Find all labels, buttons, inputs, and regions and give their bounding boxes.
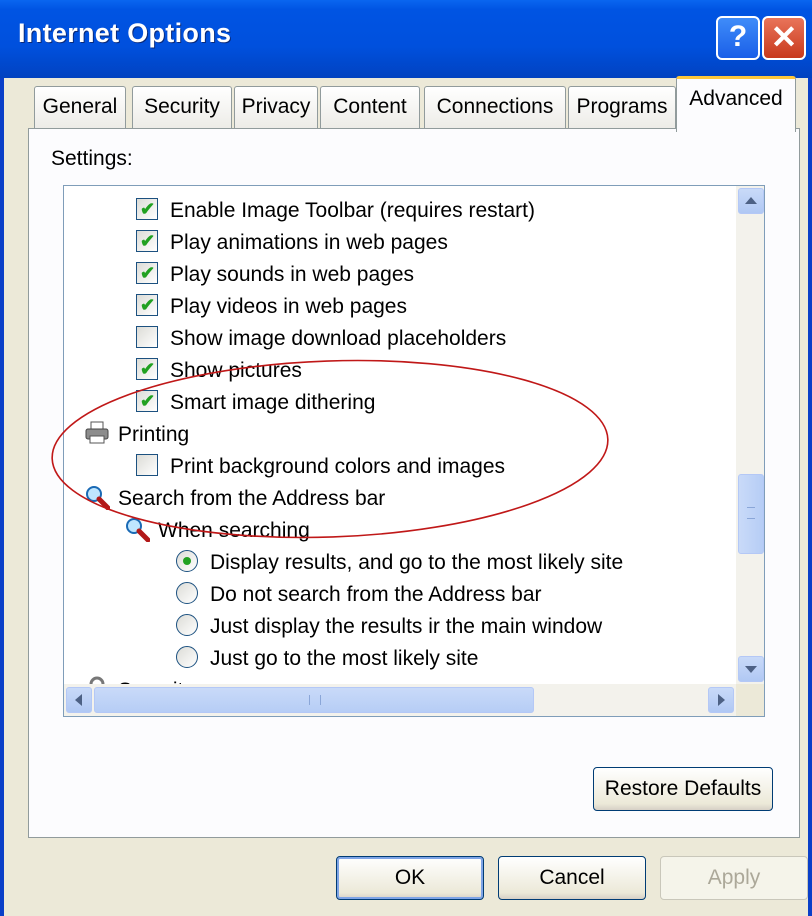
scroll-down-button[interactable] <box>738 656 764 682</box>
scroll-up-button[interactable] <box>738 188 764 214</box>
setting-checkbox[interactable]: ✔ <box>136 262 158 284</box>
printer-icon <box>84 420 110 446</box>
setting-radio[interactable] <box>176 550 198 572</box>
tab-programs[interactable]: Programs <box>568 86 676 130</box>
setting-label: Play animations in web pages <box>170 231 448 254</box>
setting-label: Show image download placeholders <box>170 327 507 350</box>
setting-radio[interactable] <box>176 614 198 636</box>
setting-checkbox[interactable]: ✔ <box>136 294 158 316</box>
setting-label: Printing <box>118 423 190 446</box>
checkmark-icon: ✔ <box>140 231 156 251</box>
checkmark-icon: ✔ <box>140 359 156 379</box>
ok-button[interactable]: OK <box>336 856 484 900</box>
checkmark-icon: ✔ <box>140 295 156 315</box>
settings-label: Settings: <box>51 147 133 170</box>
setting-label: Display results, and go to the most like… <box>210 551 624 574</box>
magnifier-icon <box>124 516 151 543</box>
help-button[interactable]: ? <box>716 16 760 60</box>
cancel-button[interactable]: Cancel <box>498 856 646 900</box>
horizontal-scroll-thumb[interactable] <box>94 687 534 713</box>
setting-radio[interactable] <box>176 582 198 604</box>
internet-options-window: Internet Options ? ✕ General Security Pr… <box>0 0 812 916</box>
setting-checkbox[interactable]: ✔ <box>136 390 158 412</box>
setting-checkbox[interactable]: ✔ <box>136 358 158 380</box>
setting-label: Enable Image Toolbar (requires restart) <box>170 199 535 222</box>
tab-connections[interactable]: Connections <box>424 86 566 130</box>
scroll-right-button[interactable] <box>708 687 734 713</box>
setting-label: Print background colors and images <box>170 455 506 478</box>
setting-label: Play sounds in web pages <box>170 263 414 286</box>
setting-label: Just go to the most likely site <box>210 647 479 670</box>
setting-checkbox[interactable] <box>136 326 158 348</box>
checkmark-icon: ✔ <box>140 263 156 283</box>
setting-label: Search from the Address bar <box>118 487 386 510</box>
setting-label: Show pictures <box>170 359 302 382</box>
setting-checkbox[interactable]: ✔ <box>136 230 158 252</box>
vertical-scrollbar[interactable] <box>736 186 764 684</box>
grip-icon <box>747 507 755 519</box>
apply-button[interactable]: Apply <box>660 856 808 900</box>
setting-radio[interactable] <box>176 646 198 668</box>
setting-checkbox[interactable]: ✔ <box>136 198 158 220</box>
tab-advanced[interactable]: Advanced <box>676 76 796 132</box>
tab-privacy[interactable]: Privacy <box>234 86 318 130</box>
vertical-scroll-thumb[interactable] <box>738 474 764 554</box>
close-button[interactable]: ✕ <box>762 16 806 60</box>
magnifier-icon <box>84 484 111 511</box>
restore-defaults-button[interactable]: Restore Defaults <box>593 767 773 811</box>
tab-security[interactable]: Security <box>132 86 232 130</box>
chevron-up-icon <box>745 197 757 204</box>
scroll-left-button[interactable] <box>66 687 92 713</box>
chevron-right-icon <box>718 694 725 706</box>
setting-label: Just display the results ir the main win… <box>210 615 603 638</box>
scroll-corner <box>736 684 764 716</box>
tab-content[interactable]: Content <box>320 86 420 130</box>
chevron-left-icon <box>75 694 82 706</box>
chevron-down-icon <box>745 666 757 673</box>
tab-general[interactable]: General <box>34 86 126 130</box>
radio-dot-icon <box>183 557 191 565</box>
window-title: Internet Options <box>18 18 232 48</box>
checkmark-icon: ✔ <box>140 391 156 411</box>
setting-label: Smart image dithering <box>170 391 376 414</box>
setting-label: Do not search from the Address bar <box>210 583 542 606</box>
grip-icon <box>309 695 321 705</box>
setting-checkbox[interactable] <box>136 454 158 476</box>
horizontal-scrollbar[interactable] <box>64 684 736 716</box>
checkmark-icon: ✔ <box>140 199 156 219</box>
setting-label: When searching <box>158 519 310 542</box>
settings-list[interactable]: ✔ Enable Image Toolbar (requires restart)… <box>63 185 765 717</box>
setting-label: Play videos in web pages <box>170 295 407 318</box>
title-bar[interactable]: Internet Options ? ✕ <box>0 0 812 78</box>
advanced-panel: Settings: ✔ Enable Image Toolbar (require… <box>28 128 800 838</box>
